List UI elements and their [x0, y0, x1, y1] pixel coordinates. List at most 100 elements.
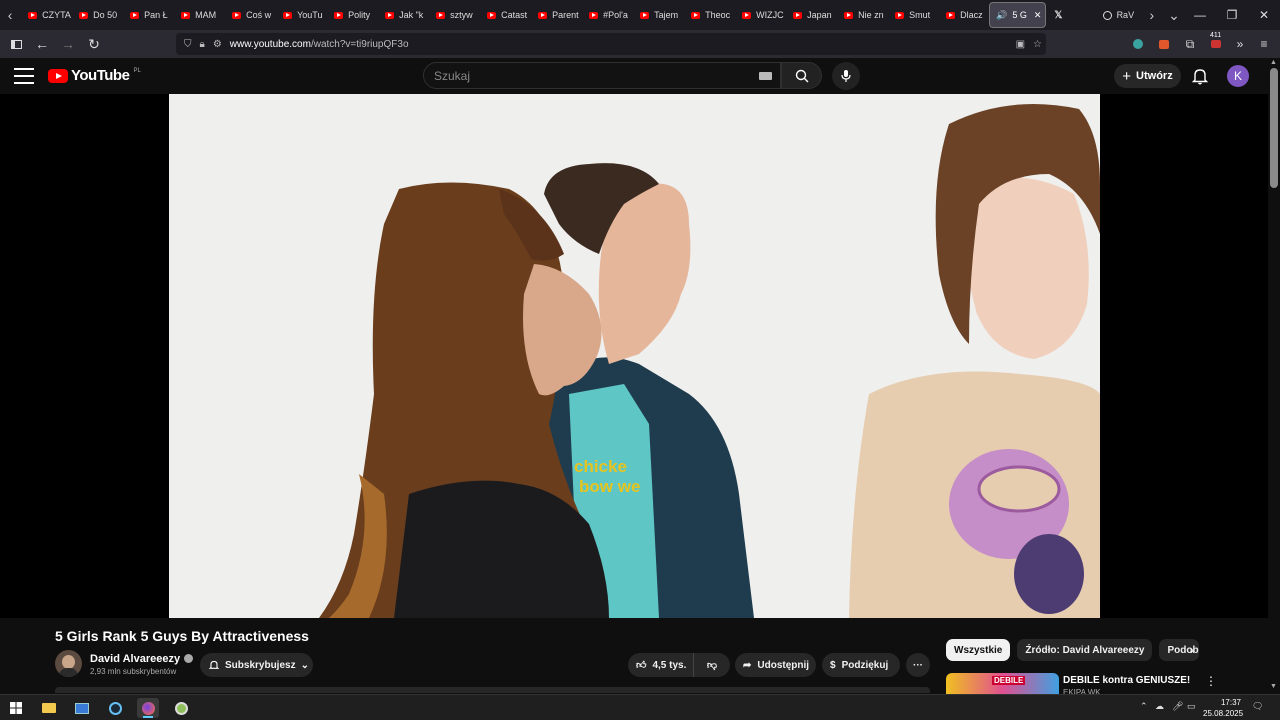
clock-date: 25.08.2025	[1203, 709, 1244, 718]
scroll-up-icon[interactable]: ▲	[1270, 59, 1277, 66]
lock-icon[interactable]: 🔒︎	[200, 39, 205, 50]
description-box[interactable]	[55, 687, 930, 693]
tab-scroll-right-icon[interactable]: ›	[1142, 0, 1162, 30]
more-horizontal-icon: ···	[913, 659, 923, 671]
recommendation-thumbnail[interactable]: DEBILE	[946, 673, 1059, 694]
country-code: PL	[133, 67, 141, 74]
thanks-button[interactable]: $ Podziękuj	[822, 653, 900, 677]
browser-tab[interactable]: Smut	[887, 0, 938, 30]
back-icon[interactable]: ←	[30, 32, 54, 56]
youtube-masthead: YouTube PL Szukaj + Utwórz K	[0, 58, 1268, 94]
share-button[interactable]: ➦ Udostępnij	[735, 653, 816, 677]
tab-label: #Pol'a	[603, 10, 628, 20]
browser-tab[interactable]: sztyw	[428, 0, 479, 30]
youtube-logo[interactable]: YouTube PL	[48, 67, 141, 84]
browser-tab[interactable]: Do 50	[71, 0, 122, 30]
scroll-down-icon[interactable]: ▼	[1270, 683, 1277, 690]
youtube-favicon-icon	[742, 11, 752, 19]
tab-scroll-left-icon[interactable]: ‹	[0, 0, 20, 30]
extension-fox-icon[interactable]	[1154, 34, 1174, 54]
file-explorer-icon[interactable]	[38, 698, 60, 718]
browser-tab[interactable]: YouTu	[275, 0, 326, 30]
system-clock[interactable]: 17:37 25.08.2025	[1203, 697, 1244, 719]
shirt-text-2: bow we	[579, 477, 640, 496]
chips-next-icon[interactable]: ›	[1190, 643, 1194, 657]
tab-label: Smut	[909, 10, 931, 20]
overflow-menu-icon[interactable]: »	[1230, 34, 1250, 54]
computer-app-icon[interactable]	[71, 698, 93, 718]
windows-start-icon[interactable]	[5, 698, 27, 718]
reload-icon[interactable]: ↻	[82, 32, 106, 56]
chip-all[interactable]: Wszystkie	[946, 639, 1011, 661]
channel-name[interactable]: David Alvareeezy	[90, 653, 194, 665]
notifications-icon[interactable]: 🗨︎	[1252, 701, 1263, 712]
scrollbar-thumb[interactable]	[1270, 68, 1278, 188]
notifications-bell-icon[interactable]	[1190, 66, 1210, 86]
chip-from-channel[interactable]: Źródło: David Alvareeezy	[1017, 639, 1153, 661]
active-tab[interactable]: 🔊 5 G ✕	[989, 2, 1047, 28]
like-button[interactable]: 👍︎ 4,5 tys.	[628, 653, 694, 677]
browser-tab[interactable]: CZYTA	[20, 0, 71, 30]
browser-tab[interactable]: MAM	[173, 0, 224, 30]
url-text[interactable]: www.youtube.com/watch?v=ti9riupQF3o	[230, 39, 409, 50]
browser-tab[interactable]: #Pol'a	[581, 0, 632, 30]
network-icon[interactable]: ▭	[1187, 701, 1196, 712]
browser-tab[interactable]: Jak "k	[377, 0, 428, 30]
browser-tab[interactable]: Parent	[530, 0, 581, 30]
create-button[interactable]: + Utwórz	[1114, 64, 1181, 88]
steam-icon[interactable]	[104, 698, 126, 718]
browser-tab[interactable]: Tajem	[632, 0, 683, 30]
tray-overflow-icon[interactable]: ⌃	[1140, 701, 1148, 712]
subscribe-button[interactable]: Subskrybujesz ⌄	[200, 653, 313, 677]
tab-rav[interactable]: RaV	[1095, 0, 1142, 30]
video-frame[interactable]: chicke bow we	[169, 94, 1100, 618]
permissions-icon[interactable]: ⚙︎	[213, 39, 222, 50]
forward-icon[interactable]: →	[56, 32, 80, 56]
shield-icon[interactable]: ⛉	[184, 39, 192, 50]
browser-tab[interactable]: Theoc	[683, 0, 734, 30]
picture-in-picture-icon[interactable]: ▣	[1016, 39, 1025, 50]
browser-tab[interactable]: Japan	[785, 0, 836, 30]
dislike-button[interactable]: 👎︎	[694, 659, 730, 671]
close-tab-icon[interactable]: ✕	[1034, 10, 1042, 21]
browser-tab[interactable]: Catast	[479, 0, 530, 30]
search-button[interactable]	[781, 62, 822, 89]
tab-x[interactable]: 𝕏	[1046, 0, 1094, 30]
speaker-icon[interactable]: 🔊	[996, 10, 1007, 21]
browser-tab[interactable]: Nie zn	[836, 0, 887, 30]
account-avatar[interactable]: K	[1227, 65, 1249, 87]
close-window-icon[interactable]: ✕	[1248, 0, 1280, 30]
microphone-tray-icon[interactable]: 🎤︎	[1172, 701, 1183, 712]
sidebar-toggle-icon[interactable]	[4, 32, 28, 56]
minimize-icon[interactable]: —	[1184, 0, 1216, 30]
bookmark-star-icon[interactable]: ☆	[1033, 39, 1042, 50]
browser-tab[interactable]: Polity	[326, 0, 377, 30]
browser-tab[interactable]: Coś w	[224, 0, 275, 30]
browser-tab[interactable]: WIZJC	[734, 0, 785, 30]
tab-list-dropdown-icon[interactable]: ⌄	[1164, 0, 1184, 30]
restore-icon[interactable]: ❐	[1216, 0, 1248, 30]
extensions-puzzle-icon[interactable]: ⧉	[1180, 34, 1200, 54]
more-actions-button[interactable]: ···	[906, 653, 930, 677]
recommendation-title[interactable]: DEBILE kontra GENIUSZE!	[1063, 675, 1190, 686]
voice-search-button[interactable]	[832, 62, 860, 90]
tab-label: Parent	[552, 10, 579, 20]
app-icon[interactable]	[170, 698, 192, 718]
firefox-icon[interactable]	[137, 698, 159, 718]
extension-badge-icon[interactable]: 411	[1206, 32, 1226, 54]
recommendation-menu-icon[interactable]: ⋮	[1205, 674, 1217, 688]
like-count: 4,5 tys.	[652, 659, 687, 671]
onedrive-icon[interactable]: ☁	[1155, 701, 1164, 712]
video-player[interactable]: chicke bow we	[0, 94, 1268, 618]
url-bar[interactable]: ⛉ 🔒︎ ⚙︎ www.youtube.com/watch?v=ti9riupQ…	[176, 33, 1046, 55]
browser-tab[interactable]: Dlacz	[938, 0, 989, 30]
app-menu-icon[interactable]: ≡	[1254, 34, 1274, 54]
search-icon	[795, 69, 808, 82]
keyboard-icon[interactable]	[759, 72, 772, 80]
extension-shield-icon[interactable]	[1128, 34, 1148, 54]
channel-avatar[interactable]	[55, 650, 82, 677]
browser-tab[interactable]: Pan Ł	[122, 0, 173, 30]
search-input[interactable]: Szukaj	[423, 62, 781, 89]
youtube-favicon-icon	[181, 11, 191, 19]
guide-menu-icon[interactable]	[14, 68, 34, 84]
